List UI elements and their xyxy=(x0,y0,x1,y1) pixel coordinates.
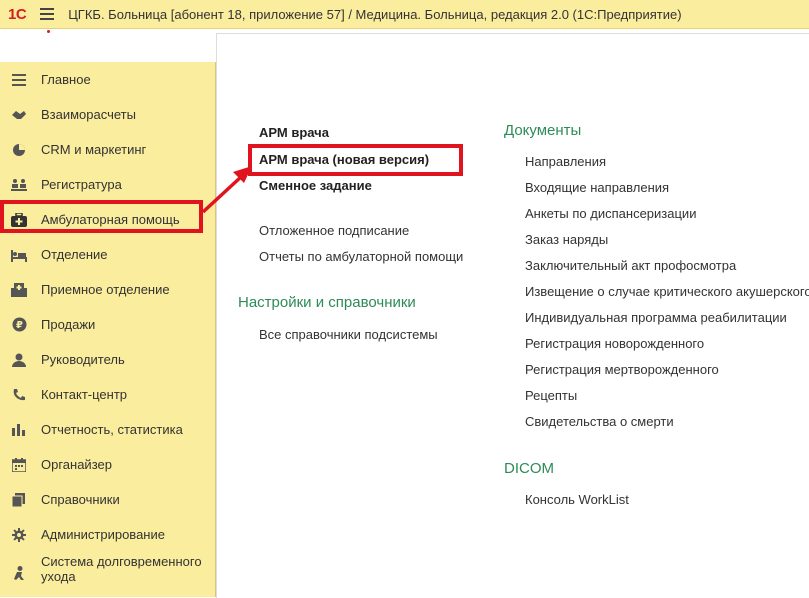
link-worklist-console[interactable]: Консоль WorkList xyxy=(525,492,629,507)
doc-link[interactable]: Анкеты по диспансеризации xyxy=(525,206,696,221)
doc-link[interactable]: Индивидуальная программа реабилитации xyxy=(525,310,787,325)
doc-link[interactable]: Свидетельства о смерти xyxy=(525,414,674,429)
doc-link[interactable]: Заключительный акт профосмотра xyxy=(525,258,736,273)
doc-link[interactable]: Рецепты xyxy=(525,388,577,403)
section-title-documents: Документы xyxy=(504,122,582,139)
doc-link[interactable]: Заказ наряды xyxy=(525,232,608,247)
section-title-dicom: DICOM xyxy=(504,460,554,477)
doc-link[interactable]: Регистрация новорожденного xyxy=(525,336,704,351)
doc-link[interactable]: Направления xyxy=(525,154,606,169)
doc-link[interactable]: Извещение о случае критического акушерск… xyxy=(525,284,809,299)
doc-link[interactable]: Входящие направления xyxy=(525,180,669,195)
doc-link[interactable]: Регистрация мертворожденного xyxy=(525,362,719,377)
